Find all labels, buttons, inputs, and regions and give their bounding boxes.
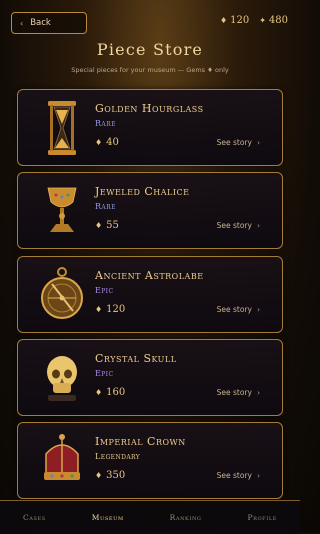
hourglass-icon	[48, 101, 76, 155]
astrolabe-icon	[41, 267, 83, 319]
nav-profile[interactable]: Profile	[247, 513, 277, 522]
nav-ranking[interactable]: Ranking	[170, 513, 202, 522]
page-subtitle: Special pieces for your museum — Gems ♦ …	[71, 66, 229, 74]
see-story-link[interactable]: See story	[217, 388, 252, 397]
rarity-label: Legendary	[95, 452, 141, 461]
see-story-link[interactable]: See story	[217, 138, 252, 147]
store-card[interactable]: Golden Hourglass Rare ♦ 40 See story ›	[17, 89, 283, 166]
price-label: ♦ 350	[95, 470, 125, 481]
item-name: Crystal Skull	[95, 352, 177, 365]
gem-icon: ♦	[95, 221, 103, 230]
nav-museum[interactable]: Museum	[92, 513, 124, 522]
skull-icon	[47, 356, 77, 401]
store-card[interactable]: Ancient Astrolabe Epic ♦ 120 See story ›	[17, 256, 283, 333]
see-story-link[interactable]: See story	[217, 305, 252, 314]
price-label: ♦ 55	[95, 220, 119, 231]
store-card[interactable]: Jeweled Chalice Rare ♦ 55 See story ›	[17, 172, 283, 249]
gem-icon: ♦	[95, 471, 103, 480]
chalice-icon	[47, 187, 77, 232]
page-title: Piece Store	[96, 40, 204, 59]
rarity-label: Rare	[95, 202, 116, 211]
bottom-nav: Cases Museum Ranking Profile	[0, 500, 300, 534]
gems-balance: ♦ 120	[220, 15, 249, 26]
chevron-right-icon: ›	[257, 305, 260, 314]
gem-icon: ♦	[95, 138, 103, 147]
price-label: ♦ 160	[95, 387, 125, 398]
chevron-right-icon: ›	[257, 388, 260, 397]
gems-amount: 120	[230, 15, 250, 26]
rarity-label: Epic	[95, 369, 114, 378]
item-name: Imperial Crown	[95, 435, 186, 448]
item-name: Jeweled Chalice	[95, 185, 190, 198]
see-story-link[interactable]: See story	[217, 221, 252, 230]
gem-icon: ♦	[95, 305, 103, 314]
chevron-right-icon: ›	[257, 138, 260, 147]
price-value: 40	[106, 137, 119, 148]
price-label: ♦ 40	[95, 137, 119, 148]
sparkle-icon: ✦	[259, 16, 266, 25]
gem-icon: ♦	[219, 16, 228, 25]
price-value: 160	[106, 387, 126, 398]
currency-display: ♦ 120 ✦ 480	[220, 15, 288, 26]
item-name: Ancient Astrolabe	[95, 269, 204, 282]
price-label: ♦ 120	[95, 304, 125, 315]
item-name: Golden Hourglass	[95, 102, 204, 115]
store-card[interactable]: Imperial Crown Legendary ♦ 350 See story …	[17, 422, 283, 499]
back-button[interactable]: ‹ Back	[11, 12, 87, 34]
crown-icon	[44, 434, 80, 480]
store-card[interactable]: Crystal Skull Epic ♦ 160 See story ›	[17, 339, 283, 416]
chevron-right-icon: ›	[257, 471, 260, 480]
chevron-left-icon: ‹	[20, 18, 24, 28]
back-label: Back	[30, 18, 51, 28]
rarity-label: Rare	[95, 119, 116, 128]
coins-amount: 480	[268, 15, 288, 26]
gem-icon: ♦	[95, 388, 103, 397]
price-value: 120	[106, 304, 126, 315]
nav-cases[interactable]: Cases	[23, 513, 46, 522]
see-story-link[interactable]: See story	[217, 471, 252, 480]
price-value: 55	[106, 220, 119, 231]
coins-balance: ✦ 480	[259, 15, 288, 26]
rarity-label: Epic	[95, 286, 114, 295]
chevron-right-icon: ›	[257, 221, 260, 230]
price-value: 350	[106, 470, 126, 481]
